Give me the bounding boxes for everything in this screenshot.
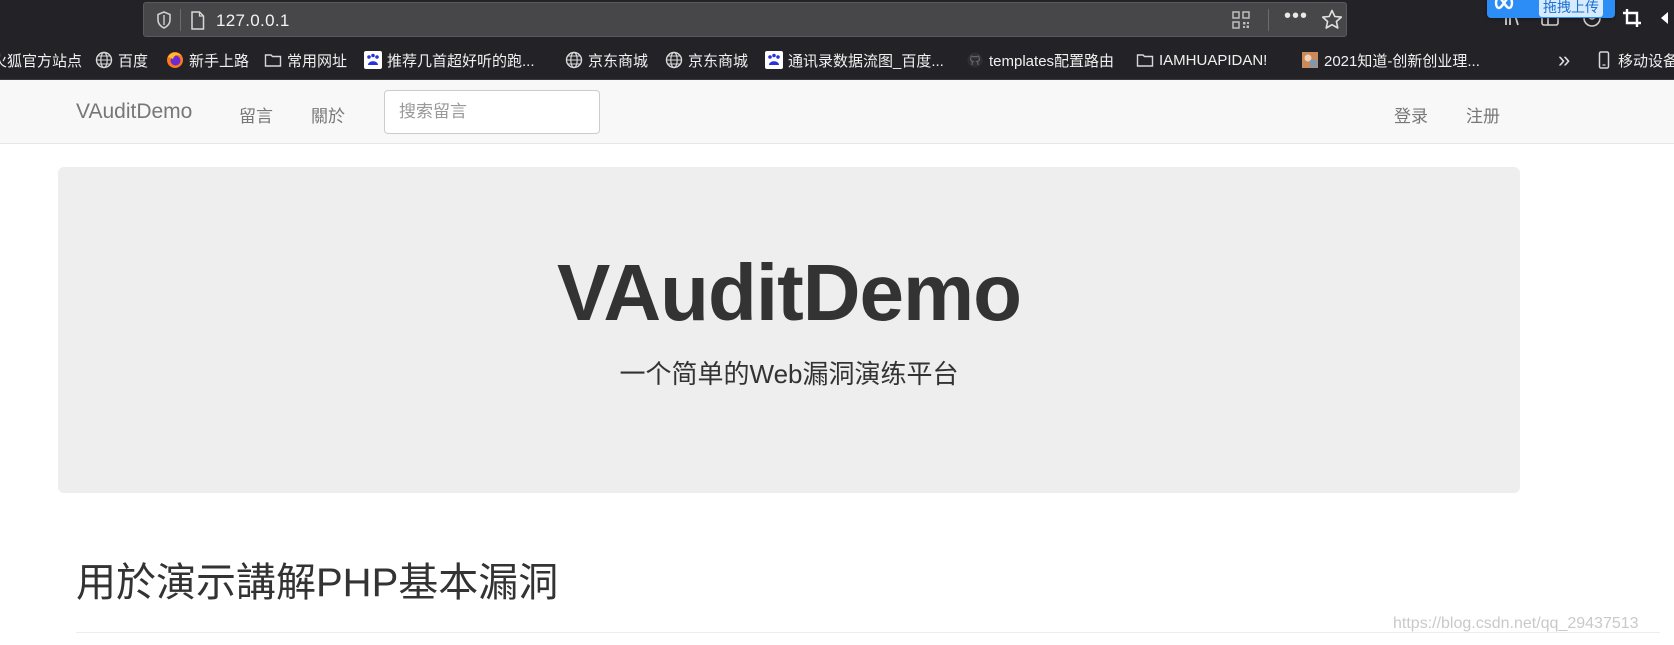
- folder-icon: [1136, 54, 1154, 67]
- bookmarks-overflow-button[interactable]: »: [1558, 40, 1570, 80]
- section-heading: 用於演示講解PHP基本漏洞: [76, 561, 559, 605]
- drag-upload-button[interactable]: 拖拽上传: [1487, 0, 1615, 18]
- bookmark-item[interactable]: 火狐官方站点: [0, 40, 82, 80]
- bookmark-label: 京东商城: [688, 52, 749, 70]
- divider: [1268, 9, 1269, 31]
- bookmark-item[interactable]: 2021知道-创新创业理...: [1301, 40, 1480, 80]
- bookmark-item[interactable]: 通讯录数据流图_百度...: [765, 40, 944, 80]
- url-text[interactable]: 127.0.0.1: [216, 11, 290, 31]
- page-icon[interactable]: [190, 11, 205, 35]
- watermark: https://blog.csdn.net/qq_29437513: [1393, 615, 1639, 632]
- mobile-bookmarks[interactable]: 移动设备: [1595, 40, 1674, 80]
- bookmark-label: 新手上路: [189, 52, 250, 70]
- crop-icon[interactable]: [1622, 8, 1642, 33]
- browser-toolbar: 127.0.0.1 ••• 拖拽上传: [0, 0, 1674, 40]
- bookmark-item[interactable]: 新手上路: [166, 40, 249, 80]
- bookmark-item[interactable]: 百度: [95, 40, 148, 80]
- bookmark-star-icon[interactable]: [1321, 9, 1343, 35]
- baidu-paw-icon: [765, 51, 783, 69]
- bookmark-item[interactable]: IAMHUAPIDAN!: [1136, 40, 1267, 80]
- nav-link-about[interactable]: 關於: [311, 102, 345, 127]
- bookmark-label: 2021知道-创新创业理...: [1324, 52, 1480, 70]
- bookmark-item[interactable]: 京东商城: [565, 40, 648, 80]
- navbar-brand[interactable]: VAuditDemo: [76, 100, 192, 124]
- jumbotron-subtitle: 一个简单的Web漏洞演练平台: [619, 359, 959, 389]
- globe-icon: [95, 51, 113, 69]
- bookmark-item[interactable]: 京东商城: [665, 40, 748, 80]
- more-actions-icon[interactable]: •••: [1284, 5, 1308, 28]
- bookmark-label: 移动设备: [1618, 52, 1674, 70]
- back-arrow-icon[interactable]: [1658, 8, 1674, 33]
- bookmark-item[interactable]: templates配置路由: [966, 40, 1114, 80]
- bookmark-label: 京东商城: [588, 52, 649, 70]
- folder-icon: [264, 54, 282, 67]
- thumbnail-icon: [1302, 52, 1318, 68]
- upload-label: 拖拽上传: [1539, 0, 1603, 17]
- bookmark-label: 推荐几首超好听的跑...: [387, 52, 535, 70]
- bookmark-label: 火狐官方站点: [0, 52, 83, 70]
- baidu-paw-icon: [364, 51, 382, 69]
- qr-code-icon[interactable]: [1232, 11, 1250, 34]
- search-input[interactable]: [384, 90, 600, 134]
- address-bar[interactable]: 127.0.0.1 •••: [143, 2, 1347, 37]
- bookmark-label: 常用网址: [287, 52, 348, 70]
- nav-link-register[interactable]: 注册: [1466, 102, 1500, 127]
- bookmarks-bar: 火狐官方站点 百度 新手上路 常用网址 推荐几首超好听的跑... 京东商城 京东…: [0, 40, 1674, 80]
- nav-link-messages[interactable]: 留言: [239, 102, 273, 127]
- bookmark-label: IAMHUAPIDAN!: [1159, 51, 1268, 69]
- globe-icon: [665, 51, 683, 69]
- bookmark-label: 百度: [118, 52, 149, 70]
- github-icon: [967, 52, 983, 68]
- tracking-shield-icon[interactable]: [156, 11, 172, 34]
- jumbotron: VAuditDemo 一个简单的Web漏洞演练平台: [58, 167, 1520, 493]
- bookmark-label: templates配置路由: [989, 52, 1115, 70]
- bookmark-item[interactable]: 推荐几首超好听的跑...: [364, 40, 535, 80]
- jumbotron-title: VAuditDemo: [556, 248, 1022, 337]
- bookmark-label: 通讯录数据流图_百度...: [788, 52, 944, 70]
- site-navbar: VAuditDemo 留言 關於 登录 注册: [0, 80, 1674, 144]
- globe-icon: [565, 51, 583, 69]
- nav-link-login[interactable]: 登录: [1394, 102, 1428, 127]
- infinity-loop-icon: [1494, 0, 1514, 10]
- mobile-device-icon: [1598, 51, 1610, 69]
- firefox-icon: [167, 52, 183, 68]
- bookmark-item[interactable]: 常用网址: [264, 40, 347, 80]
- divider: [180, 9, 181, 31]
